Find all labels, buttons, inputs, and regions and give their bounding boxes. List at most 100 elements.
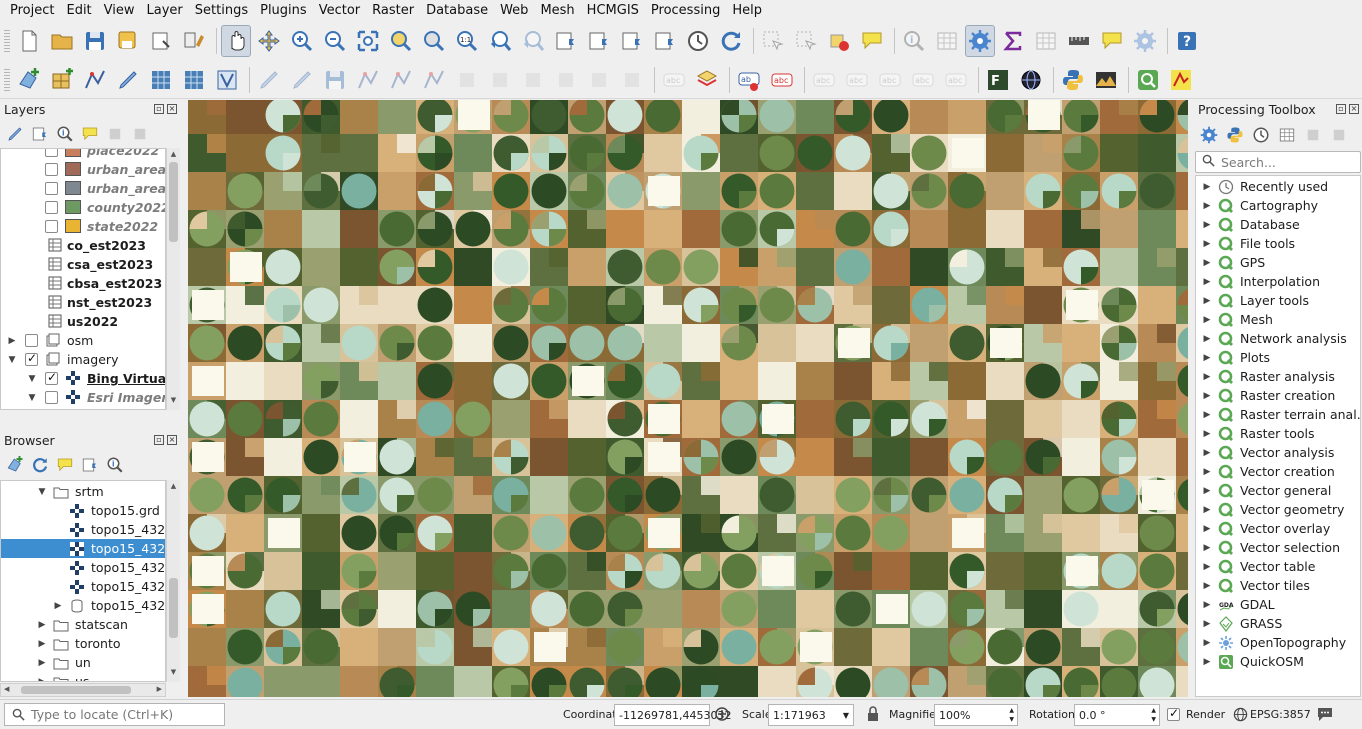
layer-diagram-icon[interactable] [692, 64, 722, 96]
menu-edit[interactable]: Edit [60, 0, 97, 22]
layer-visibility-checkbox[interactable] [45, 163, 58, 176]
style-manager-icon[interactable] [179, 25, 209, 57]
menu-settings[interactable]: Settings [189, 0, 254, 22]
rotate-label-icon[interactable]: abc [908, 64, 938, 96]
algorithm-group[interactable]: ▶ Mesh [1196, 310, 1360, 329]
browser-scrollbar[interactable]: ▲ ▼ [166, 480, 180, 682]
chevron-right-icon[interactable]: ▶ [1202, 391, 1212, 401]
processing-toolbox-icon[interactable] [965, 25, 995, 57]
new-bookmark-icon[interactable] [584, 25, 614, 57]
spatial-bookmark-icon[interactable] [650, 25, 680, 57]
browser-item[interactable]: ▶ us [1, 672, 165, 682]
browser-item[interactable]: ▶ un [1, 653, 165, 672]
refresh-icon[interactable] [29, 454, 51, 476]
menu-layer[interactable]: Layer [141, 0, 189, 22]
browser-item[interactable]: ▼ srtm [1, 482, 165, 501]
deselect-icon[interactable] [824, 25, 854, 57]
copy-features-icon[interactable] [518, 64, 548, 96]
paste-features-icon[interactable] [551, 64, 581, 96]
layers-scrollbar[interactable]: ▲ ▼ [166, 148, 180, 410]
close-icon[interactable]: × [167, 435, 177, 445]
layer-visibility-checkbox[interactable] [45, 201, 58, 214]
menu-view[interactable]: View [98, 0, 141, 22]
add-mesh-layer-icon[interactable] [179, 64, 209, 96]
add-raster-layer-icon[interactable] [47, 64, 77, 96]
chevron-right-icon[interactable]: ▶ [53, 601, 63, 611]
add-group-icon[interactable] [29, 123, 51, 145]
chevron-right-icon[interactable]: ▶ [1202, 296, 1212, 306]
move-label-icon[interactable]: abc [875, 64, 905, 96]
map-canvas[interactable] [188, 100, 1188, 697]
browser-item[interactable]: topo15_4320_ [1, 577, 165, 596]
properties-icon[interactable]: i [104, 454, 126, 476]
chevron-right-icon[interactable]: ▶ [1202, 353, 1212, 363]
add-delimited-text-icon[interactable] [80, 64, 110, 96]
algorithm-group[interactable]: ▶ Raster analysis [1196, 367, 1360, 386]
expand-all-icon[interactable] [129, 123, 151, 145]
layer-styling-icon[interactable] [4, 123, 26, 145]
identify-features-icon[interactable]: i [899, 25, 929, 57]
layer-row[interactable]: place2022 [1, 149, 165, 160]
algorithm-group[interactable]: ▶ Vector geometry [1196, 500, 1360, 519]
algorithm-group[interactable]: ▶ OpenTopography [1196, 633, 1360, 652]
history-icon[interactable] [1250, 124, 1272, 146]
layer-visibility-checkbox[interactable] [45, 391, 58, 404]
pin-labels-icon[interactable]: abc [809, 64, 839, 96]
chevron-right-icon[interactable]: ▶ [1202, 429, 1212, 439]
algorithm-group[interactable]: ▶ Vector general [1196, 481, 1360, 500]
highlight-pinned-labels-icon[interactable]: abc [767, 64, 797, 96]
algorithm-group[interactable]: ▶ GRASS [1196, 614, 1360, 633]
chevron-right-icon[interactable]: ▶ [1202, 372, 1212, 382]
chevron-right-icon[interactable]: ▶ [1202, 448, 1212, 458]
chevron-down-icon[interactable]: ▼ [27, 393, 37, 403]
layer-row[interactable]: us2022 [1, 312, 165, 331]
layer-row[interactable]: urban_area_10 [1, 179, 165, 198]
scale-combobox[interactable]: 1:171963 ▼ [768, 704, 854, 726]
chevron-right-icon[interactable]: ▶ [1202, 258, 1212, 268]
new-map-view-icon[interactable] [551, 25, 581, 57]
filter-by-expression-icon[interactable] [104, 123, 126, 145]
algorithm-group[interactable]: ▶ Vector tiles [1196, 576, 1360, 595]
algorithm-group[interactable]: ▶ Network analysis [1196, 329, 1360, 348]
chevron-right-icon[interactable]: ▶ [37, 677, 47, 682]
chevron-right-icon[interactable]: ▶ [37, 658, 47, 668]
manage-visibility-icon[interactable]: i [54, 123, 76, 145]
show-bookmarks-icon[interactable] [617, 25, 647, 57]
rotation-spinbox[interactable]: 0.0 ° ▲ ▼ [1074, 704, 1160, 726]
lock-icon[interactable] [866, 706, 880, 726]
edit-features-in-place-icon[interactable] [1302, 124, 1324, 146]
menu-web[interactable]: Web [494, 0, 534, 22]
zoom-last-icon[interactable] [485, 25, 515, 57]
pan-to-selection-icon[interactable] [254, 25, 284, 57]
layer-row[interactable]: urban_area_20 [1, 160, 165, 179]
toolbox-search-input[interactable]: Search... [1195, 151, 1361, 173]
render-checkbox[interactable] [1167, 706, 1180, 721]
label-toolbar-icon[interactable]: abc [659, 64, 689, 96]
messages-icon[interactable] [1316, 705, 1334, 727]
chevron-right-icon[interactable]: ▶ [1202, 638, 1212, 648]
menu-vector[interactable]: Vector [313, 0, 366, 22]
chevron-right-icon[interactable]: ▶ [1202, 220, 1212, 230]
new-spatialite-icon[interactable] [146, 64, 176, 96]
chevron-right-icon[interactable]: ▶ [1202, 277, 1212, 287]
chevron-right-icon[interactable]: ▶ [1202, 581, 1212, 591]
toggle-editing-icon[interactable] [287, 64, 317, 96]
new-shapefile-icon[interactable] [113, 64, 143, 96]
python-console-icon[interactable] [1058, 64, 1088, 96]
algorithm-group[interactable]: ▶ Database [1196, 215, 1360, 234]
layer-row[interactable]: cbsa_est2023 [1, 274, 165, 293]
hcmgis-icon[interactable] [1166, 64, 1196, 96]
layer-row[interactable]: ▼ imagery [1, 350, 165, 369]
chevron-right-icon[interactable]: ▶ [1202, 543, 1212, 553]
algorithm-group[interactable]: ▶ Layer tools [1196, 291, 1360, 310]
browser-horizontal-scrollbar[interactable]: ◀ ▶ [0, 683, 166, 697]
menu-plugins[interactable]: Plugins [254, 0, 313, 22]
quickosm-toolbar-icon[interactable] [1133, 64, 1163, 96]
layer-row[interactable]: nst_est2023 [1, 293, 165, 312]
algorithm-group[interactable]: ▶ Cartography [1196, 196, 1360, 215]
print-layout-icon[interactable] [146, 25, 176, 57]
layer-row[interactable]: co_est2023 [1, 236, 165, 255]
menu-mesh[interactable]: Mesh [534, 0, 580, 22]
redo-icon[interactable] [617, 64, 647, 96]
zoom-in-icon[interactable] [287, 25, 317, 57]
